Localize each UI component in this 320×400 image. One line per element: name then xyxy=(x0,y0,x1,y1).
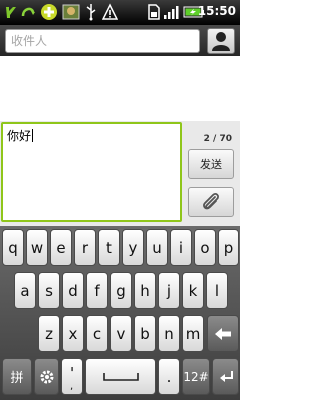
key-x[interactable]: x xyxy=(62,315,84,352)
recipient-input[interactable]: 收件人 xyxy=(5,29,200,53)
paperclip-icon xyxy=(203,193,219,210)
key-u[interactable]: u xyxy=(146,229,168,266)
plus-notification-icon xyxy=(41,4,57,20)
key-y[interactable]: y xyxy=(122,229,144,266)
recipient-bar: 收件人 xyxy=(0,25,240,56)
send-button[interactable]: 发送 xyxy=(188,149,234,179)
signal-icon xyxy=(164,6,179,19)
contact-person-icon xyxy=(212,32,230,51)
message-text: 你好 xyxy=(7,129,32,143)
enter-key[interactable] xyxy=(212,358,239,395)
key-l[interactable]: l xyxy=(206,272,228,309)
key-apostrophe[interactable]: ' , xyxy=(61,358,83,395)
character-counter: 2 / 70 xyxy=(203,134,232,144)
key-s[interactable]: s xyxy=(38,272,60,309)
text-cursor xyxy=(32,129,34,142)
key-t[interactable]: t xyxy=(98,229,120,266)
enter-arrow-icon xyxy=(219,370,233,382)
key-k[interactable]: k xyxy=(182,272,204,309)
send-button-label: 发送 xyxy=(200,158,222,171)
backspace-arrow-icon xyxy=(215,327,231,340)
key-i[interactable]: i xyxy=(170,229,192,266)
compose-panel: 你好 2 / 70 发送 xyxy=(0,121,240,226)
key-c[interactable]: c xyxy=(86,315,108,352)
key-z[interactable]: z xyxy=(38,315,60,352)
key-v[interactable]: v xyxy=(110,315,132,352)
backspace-key[interactable] xyxy=(207,315,239,352)
key-m[interactable]: m xyxy=(182,315,204,352)
photo-notification-icon xyxy=(62,4,80,20)
space-key[interactable] xyxy=(85,358,156,395)
status-bar: 15:50 xyxy=(0,0,240,25)
missed-call-icon xyxy=(6,7,16,18)
attach-button[interactable] xyxy=(188,187,234,217)
usb-icon xyxy=(86,4,96,21)
clock: 15:50 xyxy=(197,4,236,18)
apostrophe-label: ' xyxy=(69,363,75,382)
key-period[interactable]: . xyxy=(158,358,180,395)
key-d[interactable]: d xyxy=(62,272,84,309)
key-q[interactable]: q xyxy=(2,229,24,266)
sim-card-icon xyxy=(148,4,160,20)
key-p[interactable]: p xyxy=(218,229,239,266)
key-f[interactable]: f xyxy=(86,272,108,309)
key-n[interactable]: n xyxy=(158,315,180,352)
comma-sublabel: , xyxy=(70,381,74,392)
key-j[interactable]: j xyxy=(158,272,180,309)
key-r[interactable]: r xyxy=(74,229,96,266)
keyboard: q w e r t y u i o p a s d f g h j k l z … xyxy=(0,226,240,400)
pinyin-key[interactable]: 拼 xyxy=(2,358,32,395)
key-g[interactable]: g xyxy=(110,272,132,309)
key-a[interactable]: a xyxy=(14,272,36,309)
space-bar-icon xyxy=(102,372,139,381)
gear-icon xyxy=(40,370,53,383)
key-o[interactable]: o xyxy=(194,229,216,266)
sync-icon xyxy=(21,7,35,17)
settings-key[interactable] xyxy=(34,358,59,395)
key-e[interactable]: e xyxy=(50,229,72,266)
message-input[interactable]: 你好 xyxy=(1,122,182,222)
numbers-key[interactable]: 12# xyxy=(182,358,210,395)
contacts-button[interactable] xyxy=(207,28,235,54)
key-h[interactable]: h xyxy=(134,272,156,309)
key-w[interactable]: w xyxy=(26,229,48,266)
conversation-area xyxy=(0,56,240,121)
key-b[interactable]: b xyxy=(134,315,156,352)
warning-icon xyxy=(102,3,118,20)
